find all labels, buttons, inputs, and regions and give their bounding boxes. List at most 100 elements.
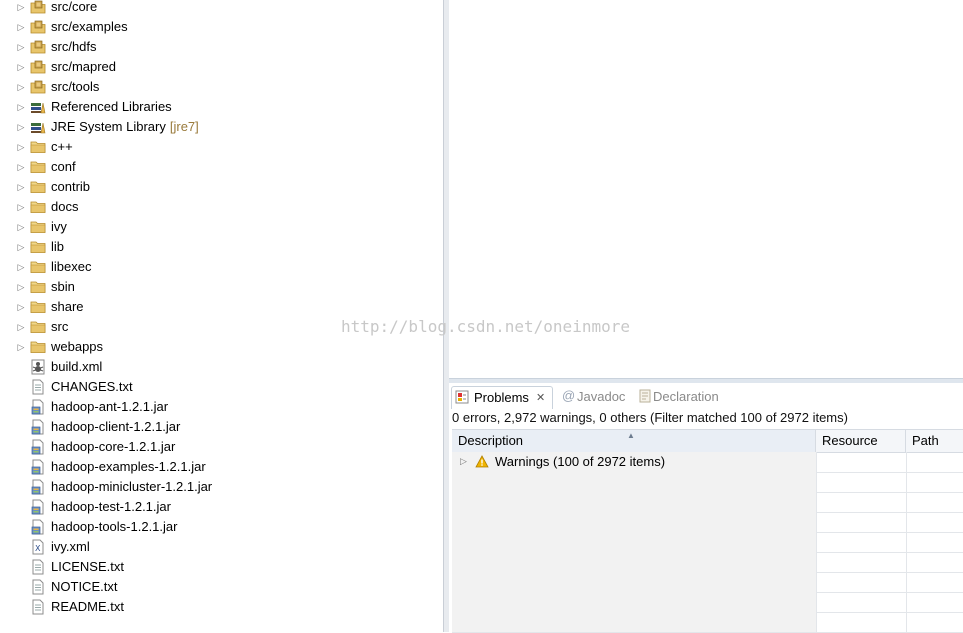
tree-item-text: ivy.xml: [51, 539, 90, 554]
description-cell: [452, 592, 817, 612]
table-row[interactable]: ▷ Warnings (100 of 2972 items): [452, 452, 963, 473]
expand-arrow-icon[interactable]: ▷: [16, 157, 26, 177]
resource-cell: [816, 612, 907, 632]
expand-arrow-icon[interactable]: ▷: [16, 77, 26, 97]
expand-arrow-icon[interactable]: ▷: [16, 97, 26, 117]
tree-item-label: hadoop-core-1.2.1.jar: [51, 437, 175, 457]
path-cell: [906, 552, 963, 572]
tree-item-label: README.txt: [51, 597, 124, 617]
expand-arrow-icon[interactable]: ▷: [16, 197, 26, 217]
description-cell: [452, 512, 817, 532]
problems-summary: 0 errors, 2,972 warnings, 0 others (Filt…: [452, 410, 848, 425]
expand-arrow-icon[interactable]: ▷: [16, 17, 26, 37]
description-cell: [452, 492, 817, 512]
source-folder-icon: [30, 0, 46, 15]
expand-arrow-icon[interactable]: ▷: [16, 37, 26, 57]
expand-arrow-icon[interactable]: ▷: [16, 257, 26, 277]
close-icon[interactable]: ✕: [536, 387, 545, 409]
expand-arrow-icon[interactable]: ▷: [460, 456, 467, 467]
tree-item-text: sbin: [51, 279, 75, 294]
expand-arrow-icon[interactable]: ▷: [16, 297, 26, 317]
tree-item-label: Referenced Libraries: [51, 97, 172, 117]
tree-item-text: README.txt: [51, 599, 124, 614]
at-sign-icon: @: [562, 388, 576, 403]
tree-item-label: c++: [51, 137, 73, 157]
tree-item-text: contrib: [51, 179, 91, 194]
tree-item-decoration: [jre7]: [169, 119, 199, 134]
expand-arrow-icon[interactable]: ▷: [16, 57, 26, 77]
table-row: [452, 612, 963, 633]
tree-item-text: hadoop-ant-1.2.1.jar: [51, 399, 169, 414]
sort-ascending-icon: ▲: [627, 431, 635, 440]
tab-javadoc-label: Javadoc: [577, 389, 626, 404]
tree-item-label: src/hdfs: [51, 37, 97, 57]
declaration-icon: [639, 389, 651, 403]
tree-item-text: hadoop-examples-1.2.1.jar: [51, 459, 206, 474]
tab-problems[interactable]: Problems ✕: [451, 386, 553, 409]
expand-arrow-icon[interactable]: ▷: [16, 177, 26, 197]
tree-item-text: CHANGES.txt: [51, 379, 133, 394]
tree-item-label: sbin: [51, 277, 75, 297]
description-cell: [452, 572, 817, 592]
package-explorer: ▷ src/core ▷ src/examples ▷ src/hdfs ▷ src/mapr…: [0, 0, 443, 632]
table-row: [452, 532, 963, 553]
tab-declaration-label: Declaration: [653, 389, 719, 404]
resource-cell: [816, 472, 907, 492]
tree-item-text: hadoop-client-1.2.1.jar: [51, 419, 181, 434]
view-tab-bar: Problems ✕ @ Javadoc Declaration: [449, 383, 963, 409]
path-cell: [906, 452, 963, 472]
path-cell: [906, 492, 963, 512]
tree-item-text: src/examples: [51, 19, 128, 34]
tree-item-text: Referenced Libraries: [51, 99, 172, 114]
tree-item-text: JRE System Library: [51, 119, 166, 134]
tree-item-label: hadoop-examples-1.2.1.jar: [51, 457, 206, 477]
xml-file-icon: X: [30, 539, 46, 555]
tree-item-label: src: [51, 317, 68, 337]
tree-item-text: libexec: [51, 259, 92, 274]
tab-javadoc[interactable]: @ Javadoc: [559, 386, 635, 408]
description-cell: [452, 552, 817, 572]
tree-item-label: webapps: [51, 337, 103, 357]
expand-arrow-icon[interactable]: ▷: [16, 337, 26, 357]
column-header-path[interactable]: Path: [906, 430, 963, 452]
tree-item-label: src/tools: [51, 77, 99, 97]
tab-problems-label: Problems: [474, 390, 529, 405]
path-cell: [906, 472, 963, 492]
expand-arrow-icon[interactable]: ▷: [16, 217, 26, 237]
text-file-icon: [30, 559, 46, 575]
text-file-icon: [30, 379, 46, 395]
tree-item-text: docs: [51, 199, 79, 214]
table-header: Description ▲ Resource Path: [452, 429, 963, 453]
expand-arrow-icon[interactable]: ▷: [16, 117, 26, 137]
tree-item-label: libexec: [51, 257, 91, 277]
resource-cell: [816, 532, 907, 552]
expand-arrow-icon[interactable]: ▷: [16, 317, 26, 337]
tree-item-label: hadoop-ant-1.2.1.jar: [51, 397, 168, 417]
jar-file-icon: [30, 459, 46, 475]
text-file-icon: [30, 599, 46, 615]
tree-item-label: src/core: [51, 0, 97, 17]
table-row: [452, 472, 963, 493]
column-description-label: Description: [458, 433, 524, 448]
tab-declaration[interactable]: Declaration: [635, 386, 735, 408]
column-header-description[interactable]: Description ▲: [452, 430, 816, 452]
text-file-icon: [30, 579, 46, 595]
expand-arrow-icon[interactable]: ▷: [16, 0, 26, 17]
expand-arrow-icon[interactable]: ▷: [16, 237, 26, 257]
source-folder-icon: [30, 39, 46, 55]
expand-arrow-icon[interactable]: ▷: [16, 137, 26, 157]
expand-arrow-icon[interactable]: ▷: [16, 277, 26, 297]
description-cell: [452, 612, 817, 632]
table-row: [452, 592, 963, 613]
warning-icon: [475, 455, 489, 468]
folder-icon: [30, 159, 46, 175]
column-header-resource[interactable]: Resource: [816, 430, 906, 452]
table-row: [452, 572, 963, 593]
path-cell: [906, 612, 963, 632]
svg-text:X: X: [35, 544, 41, 553]
tree-item-label: hadoop-test-1.2.1.jar: [51, 497, 171, 517]
tree-item-label: src/examples: [51, 17, 128, 37]
path-cell: [906, 592, 963, 612]
jar-file-icon: [30, 439, 46, 455]
description-cell: [452, 532, 817, 552]
